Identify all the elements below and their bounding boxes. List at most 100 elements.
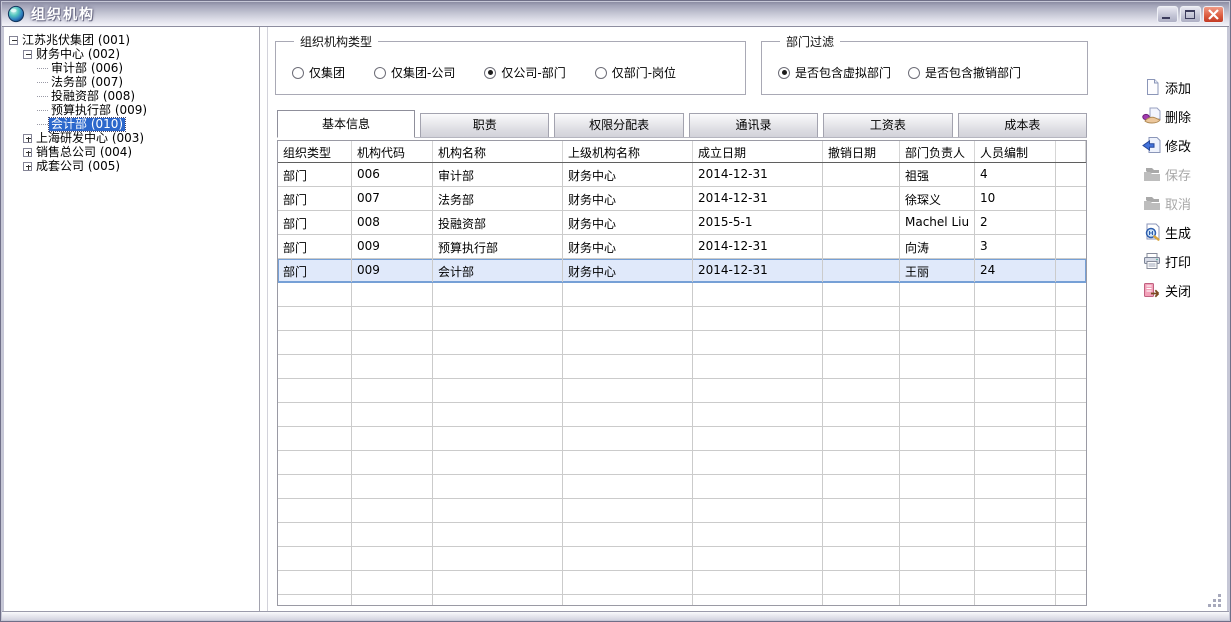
collapse-minus-icon[interactable] (9, 36, 18, 45)
tab-basic-info[interactable]: 基本信息 (277, 110, 415, 138)
radio-company-department[interactable]: 仅公司-部门 (484, 64, 565, 81)
tab-cost[interactable]: 成本表 (958, 113, 1087, 137)
table-cell-empty (433, 595, 563, 606)
table-cell: 财务中心 (563, 235, 693, 258)
close-window-button[interactable] (1203, 6, 1224, 23)
radio-include-revoked-dept[interactable]: 是否包含撤销部门 (908, 64, 1021, 81)
table-empty-row (278, 379, 1086, 403)
tree-item-budget[interactable]: 预算执行部 (009) (7, 103, 257, 117)
tree-item-label: 财务中心 (002) (34, 48, 122, 61)
table-cell-empty (563, 283, 693, 306)
table-empty-row (278, 403, 1086, 427)
table-cell-empty (900, 523, 975, 546)
column-header[interactable]: 撤销日期 (823, 141, 900, 162)
window-bottom-edge (2, 611, 1229, 620)
table-row[interactable]: 部门006审计部财务中心2014-12-31祖强4 (278, 163, 1086, 187)
table-cell-empty (823, 571, 900, 594)
tab-duties[interactable]: 职责 (420, 113, 549, 137)
maximize-button[interactable] (1180, 6, 1201, 23)
table-row[interactable]: 部门009预算执行部财务中心2014-12-31向涛3 (278, 235, 1086, 259)
radio-unselected-icon[interactable] (908, 67, 920, 79)
expand-plus-icon[interactable] (23, 162, 32, 171)
radio-include-virtual-dept[interactable]: 是否包含虚拟部门 (778, 64, 891, 81)
table-cell: 财务中心 (563, 187, 693, 210)
titlebar[interactable]: 组织机构 (2, 2, 1229, 27)
table-cell-filler (1056, 235, 1086, 258)
tree-item-legal[interactable]: 法务部 (007) (7, 75, 257, 89)
table-cell: 法务部 (433, 187, 563, 210)
radio-group-only[interactable]: 仅集团 (292, 64, 345, 81)
table-cell-empty (278, 331, 352, 354)
table-row[interactable]: 部门009会计部财务中心2014-12-31王丽24 (278, 259, 1086, 283)
action-button-label: 保存 (1165, 165, 1191, 184)
app-globe-icon (7, 5, 25, 23)
table-row[interactable]: 部门008投融资部财务中心2015-5-1Machel Liu2 (278, 211, 1086, 235)
tree-item-complete-set[interactable]: 成套公司 (005) (7, 159, 257, 173)
table-empty-row (278, 283, 1086, 307)
tree-item-investment[interactable]: 投融资部 (008) (7, 89, 257, 103)
table-cell-empty (823, 547, 900, 570)
radio-selected-icon[interactable] (778, 67, 790, 79)
expand-plus-icon[interactable] (23, 148, 32, 157)
add-button[interactable]: 添加 (1142, 75, 1220, 99)
table-cell-empty (278, 307, 352, 330)
close-exit-icon (1142, 281, 1162, 299)
column-header-filler (1056, 141, 1086, 162)
column-header[interactable]: 成立日期 (693, 141, 823, 162)
table-empty-row (278, 547, 1086, 571)
column-header[interactable]: 机构代码 (352, 141, 433, 162)
radio-selected-icon[interactable] (484, 67, 496, 79)
tab-permissions[interactable]: 权限分配表 (554, 113, 683, 137)
table-cell-empty (433, 355, 563, 378)
modify-button[interactable]: 修改 (1142, 133, 1220, 157)
resize-grip[interactable] (1207, 593, 1223, 609)
column-header[interactable]: 人员编制 (975, 141, 1056, 162)
tab-salary[interactable]: 工资表 (823, 113, 952, 137)
table-cell-empty (278, 283, 352, 306)
table-cell-empty (563, 331, 693, 354)
tree-item-accounting[interactable]: 会计部 (010) (7, 117, 257, 131)
collapse-minus-icon[interactable] (23, 50, 32, 59)
tree-item-audit[interactable]: 审计部 (006) (7, 61, 257, 75)
table-cell-empty (693, 499, 823, 522)
table-empty-row (278, 571, 1086, 595)
table-cell-filler (1056, 259, 1086, 282)
tree-item-group-root[interactable]: 江苏兆伏集团 (001) (7, 33, 257, 47)
radio-department-position[interactable]: 仅部门-岗位 (595, 64, 676, 81)
column-header[interactable]: 上级机构名称 (563, 141, 693, 162)
table-cell-empty (823, 283, 900, 306)
table-cell-empty (352, 331, 433, 354)
tree-item-sales[interactable]: 销售总公司 (004) (7, 145, 257, 159)
table-empty-row (278, 523, 1086, 547)
tree-item-shanghai-rd[interactable]: 上海研发中心 (003) (7, 131, 257, 145)
print-button[interactable]: 打印 (1142, 249, 1220, 273)
column-header[interactable]: 组织类型 (278, 141, 352, 162)
minimize-button[interactable] (1157, 6, 1178, 23)
tree-item-finance[interactable]: 财务中心 (002) (7, 47, 257, 61)
expand-plus-icon[interactable] (23, 134, 32, 143)
table-cell: 部门 (278, 163, 352, 186)
tree-connector-line (37, 82, 48, 83)
generate-button[interactable]: 生成 (1142, 220, 1220, 244)
radio-group-company[interactable]: 仅集团-公司 (374, 64, 455, 81)
table-cell-empty (823, 379, 900, 402)
table-cell: 2014-12-31 (693, 187, 823, 210)
table-cell-empty (693, 283, 823, 306)
table-cell-empty (278, 547, 352, 570)
radio-unselected-icon[interactable] (595, 67, 607, 79)
delete-button[interactable]: 删除 (1142, 104, 1220, 128)
table-cell-empty (352, 499, 433, 522)
dept-filter-groupbox: 部门过滤 是否包含虚拟部门是否包含撤销部门 (761, 33, 1088, 95)
radio-unselected-icon[interactable] (374, 67, 386, 79)
table-cell: 006 (352, 163, 433, 186)
table-row[interactable]: 部门007法务部财务中心2014-12-31徐琛义10 (278, 187, 1086, 211)
close-button[interactable]: 关闭 (1142, 278, 1220, 302)
column-header[interactable]: 机构名称 (433, 141, 563, 162)
radio-unselected-icon[interactable] (292, 67, 304, 79)
tab-contacts[interactable]: 通讯录 (689, 113, 818, 137)
column-header[interactable]: 部门负责人 (900, 141, 975, 162)
table-empty-row (278, 355, 1086, 379)
table-cell-empty (352, 427, 433, 450)
table-empty-row (278, 499, 1086, 523)
tree-connector-line (37, 110, 48, 111)
